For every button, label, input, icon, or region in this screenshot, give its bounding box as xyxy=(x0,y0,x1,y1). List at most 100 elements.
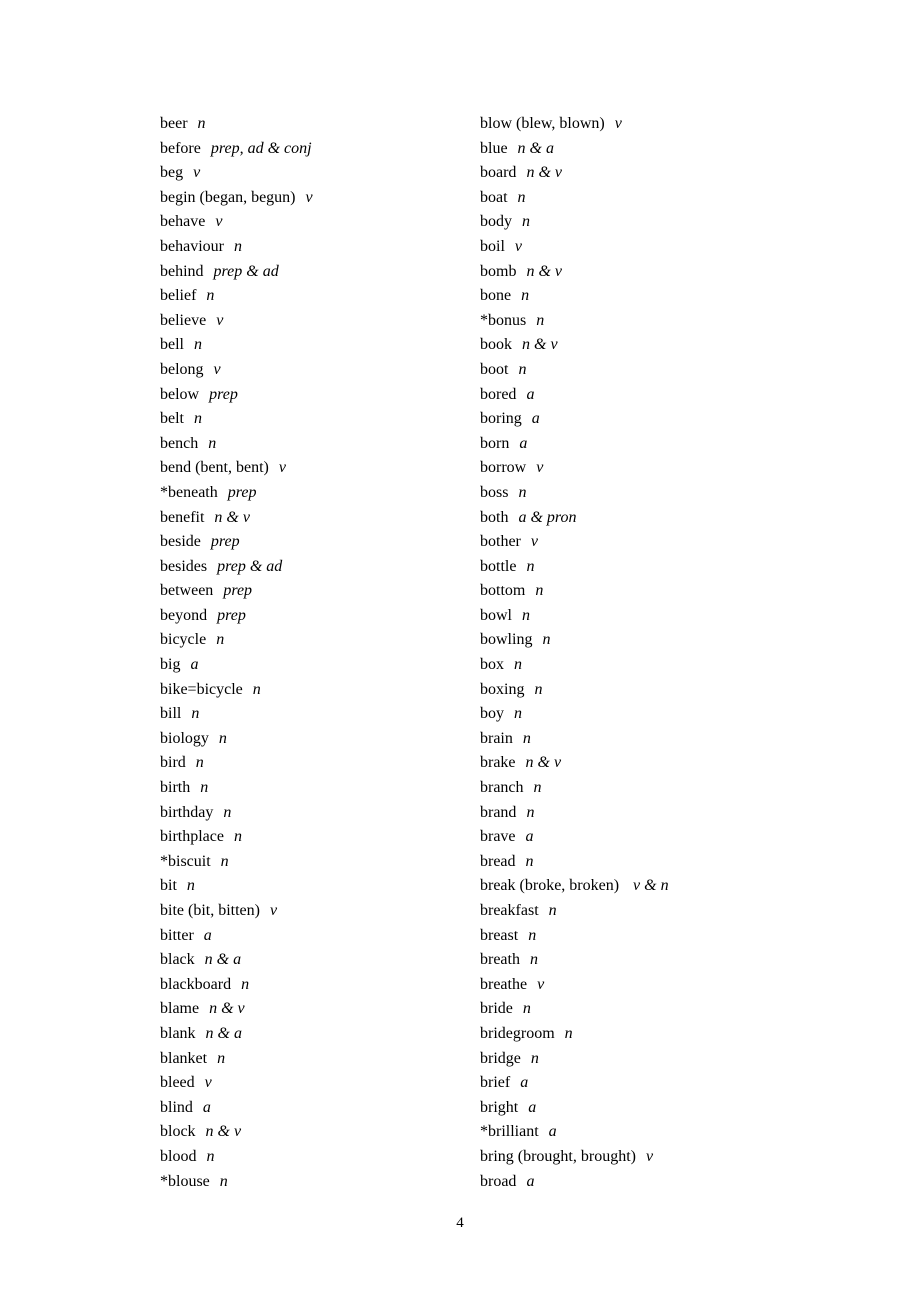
part-of-speech: n xyxy=(220,1173,228,1190)
vocabulary-word: blanket xyxy=(160,1050,207,1067)
vocabulary-entry: besidesprep & ad xyxy=(160,555,480,580)
part-of-speech: a xyxy=(190,656,198,673)
vocabulary-word: bored xyxy=(480,386,516,403)
vocabulary-entry: behavev xyxy=(160,210,480,235)
part-of-speech: v xyxy=(216,312,223,329)
part-of-speech: v & n xyxy=(633,877,669,894)
vocabulary-word: bother xyxy=(480,533,521,550)
vocabulary-word: besides xyxy=(160,558,207,575)
vocabulary-word: boss xyxy=(480,484,508,501)
part-of-speech: n xyxy=(549,902,557,919)
vocabulary-entry: breakfastn xyxy=(480,899,800,924)
vocabulary-entry: bleedv xyxy=(160,1071,480,1096)
part-of-speech: v xyxy=(615,115,622,132)
part-of-speech: v xyxy=(646,1148,653,1165)
part-of-speech: n xyxy=(217,1050,225,1067)
vocabulary-word: behind xyxy=(160,263,204,280)
part-of-speech: n xyxy=(535,582,543,599)
part-of-speech: n & a xyxy=(206,1025,242,1042)
vocabulary-word: board xyxy=(480,164,516,181)
vocabulary-column-right: blow (blew, blown)vbluen & aboardn & vbo… xyxy=(480,112,800,1194)
part-of-speech: a xyxy=(203,1099,211,1116)
vocabulary-word: before xyxy=(160,140,201,157)
vocabulary-entry: bootn xyxy=(480,358,800,383)
vocabulary-entry: biga xyxy=(160,653,480,678)
part-of-speech: a xyxy=(526,386,534,403)
vocabulary-word: *beneath xyxy=(160,484,218,501)
vocabulary-word: belong xyxy=(160,361,204,378)
vocabulary-word: bottom xyxy=(480,582,525,599)
vocabulary-entry: *bonusn xyxy=(480,309,800,334)
part-of-speech: n xyxy=(206,1148,214,1165)
vocabulary-word: bill xyxy=(160,705,181,722)
vocabulary-word: bend (bent, bent) xyxy=(160,459,269,476)
vocabulary-word: behaviour xyxy=(160,238,224,255)
part-of-speech: a & pron xyxy=(518,509,576,526)
vocabulary-entry: believev xyxy=(160,309,480,334)
vocabulary-word: birthday xyxy=(160,804,213,821)
part-of-speech: v xyxy=(215,213,222,230)
part-of-speech: n & a xyxy=(518,140,554,157)
vocabulary-word: bread xyxy=(480,853,516,870)
vocabulary-entry: boatn xyxy=(480,186,800,211)
part-of-speech: n xyxy=(526,804,534,821)
part-of-speech: n xyxy=(514,705,522,722)
vocabulary-word: brief xyxy=(480,1074,510,1091)
vocabulary-word: *brilliant xyxy=(480,1123,539,1140)
vocabulary-word: beer xyxy=(160,115,188,132)
vocabulary-word: born xyxy=(480,435,509,452)
part-of-speech: n xyxy=(253,681,261,698)
vocabulary-word: bottle xyxy=(480,558,516,575)
vocabulary-word: breast xyxy=(480,927,518,944)
vocabulary-word: below xyxy=(160,386,199,403)
vocabulary-entry: bike=bicycle n xyxy=(160,678,480,703)
vocabulary-entry: breathn xyxy=(480,948,800,973)
vocabulary-word: bike=bicycle xyxy=(160,681,243,698)
vocabulary-entry: bossn xyxy=(480,481,800,506)
part-of-speech: n xyxy=(518,189,526,206)
vocabulary-column-left: beernbeforeprep, ad & conjbegvbegin (beg… xyxy=(160,112,480,1194)
vocabulary-entry: betweenprep xyxy=(160,579,480,604)
vocabulary-entry: blackboardn xyxy=(160,973,480,998)
vocabulary-word: beside xyxy=(160,533,201,550)
vocabulary-word: bring (brought, brought) xyxy=(480,1148,636,1165)
vocabulary-word: branch xyxy=(480,779,524,796)
vocabulary-word: boat xyxy=(480,189,508,206)
part-of-speech: prep xyxy=(211,533,240,550)
part-of-speech: n & v xyxy=(526,263,562,280)
part-of-speech: n xyxy=(196,754,204,771)
vocabulary-entry: *biscuitn xyxy=(160,850,480,875)
vocabulary-entry: bicyclen xyxy=(160,628,480,653)
part-of-speech: a xyxy=(526,828,534,845)
vocabulary-entry: *blousen xyxy=(160,1170,480,1195)
vocabulary-entry: birthplacen xyxy=(160,825,480,850)
vocabulary-entry: bottlen xyxy=(480,555,800,580)
vocabulary-entry: boringa xyxy=(480,407,800,432)
part-of-speech: n xyxy=(206,287,214,304)
part-of-speech: n xyxy=(522,213,530,230)
vocabulary-entry: boilv xyxy=(480,235,800,260)
part-of-speech: n xyxy=(208,435,216,452)
vocabulary-word: bridge xyxy=(480,1050,521,1067)
part-of-speech: n xyxy=(234,828,242,845)
part-of-speech: n & v xyxy=(522,336,558,353)
part-of-speech: prep & ad xyxy=(214,263,279,280)
vocabulary-entry: bloodn xyxy=(160,1145,480,1170)
part-of-speech: n xyxy=(531,1050,539,1067)
vocabulary-entry: boxn xyxy=(480,653,800,678)
vocabulary-word: body xyxy=(480,213,512,230)
part-of-speech: n xyxy=(518,361,526,378)
part-of-speech: a xyxy=(526,1173,534,1190)
vocabulary-word: brave xyxy=(480,828,516,845)
part-of-speech: n xyxy=(536,312,544,329)
vocabulary-entry: botha & pron xyxy=(480,506,800,531)
vocabulary-word: bird xyxy=(160,754,186,771)
vocabulary-word: blackboard xyxy=(160,976,231,993)
vocabulary-word: big xyxy=(160,656,180,673)
vocabulary-entry: beforeprep, ad & conj xyxy=(160,137,480,162)
vocabulary-entry: blow (blew, blown)v xyxy=(480,112,800,137)
vocabulary-word: blank xyxy=(160,1025,196,1042)
vocabulary-entry: blamen & v xyxy=(160,997,480,1022)
vocabulary-word: benefit xyxy=(160,509,204,526)
vocabulary-word: belief xyxy=(160,287,196,304)
